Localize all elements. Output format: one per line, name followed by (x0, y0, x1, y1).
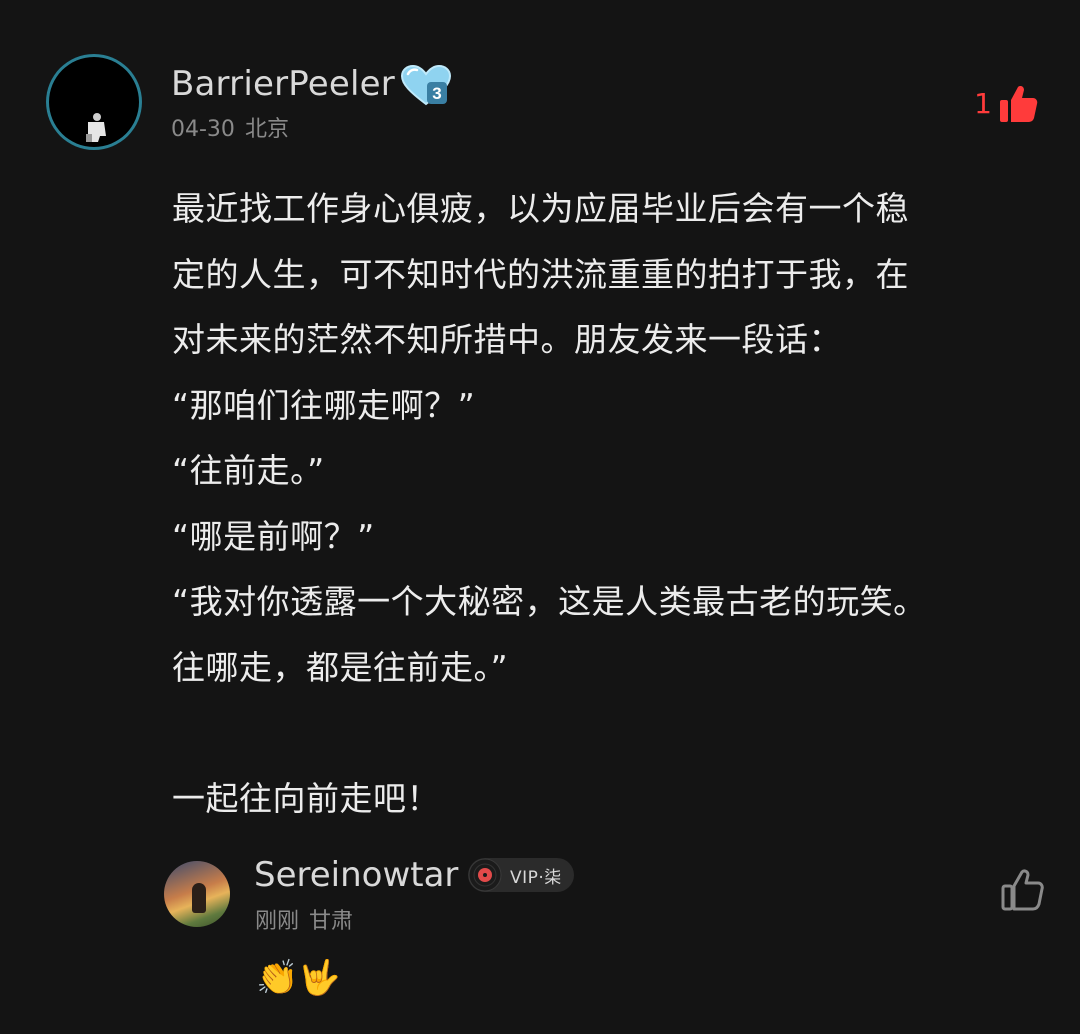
comment-line: “那咱们往哪走啊？” (172, 385, 476, 425)
thumbs-up-filled-icon (1000, 86, 1038, 122)
comment-line: “往前走。” (172, 451, 325, 490)
like-button[interactable]: 1 (974, 82, 1038, 126)
comment-line: “哪是前啊？” (172, 516, 375, 556)
comment-meta: 04-30 北京 (171, 114, 299, 146)
comment-line: 最近找工作身心俱疲，以为应届毕业后会有一个稳 (172, 189, 909, 228)
avatar-figure-icon (86, 113, 106, 142)
comment-body: 最近找工作身心俱疲，以为应届毕业后会有一个稳 定的人生，可不知时代的洪流重重的拍… (172, 176, 1022, 831)
username[interactable]: BarrierPeeler (171, 62, 395, 106)
avatar-silhouette (192, 883, 206, 913)
thumbs-up-outline-icon[interactable] (1000, 868, 1044, 912)
reply-emoji: 👏🤟 (256, 958, 341, 998)
user-avatar[interactable] (46, 54, 142, 150)
comment-line: 定的人生，可不知时代的洪流重重的拍打于我，在 (172, 254, 909, 294)
reply-avatar[interactable] (164, 861, 230, 927)
vip-badge: VIP·柒 (468, 858, 574, 892)
vinyl-record-icon (468, 858, 502, 892)
comment-line: 对未来的茫然不知所措中。朋友发来一段话： (172, 320, 842, 359)
comment-line: 一起往向前走吧！ (172, 778, 440, 818)
comment-card: BarrierPeeler 3 04-30 北京 1 最近找工作身心俱疲，以为应届… (0, 0, 1080, 1034)
reply-username[interactable]: Sereinowtar (254, 853, 458, 897)
comment-line: 往哪走，都是往前走。” (172, 647, 509, 687)
reply-time: 刚刚 (255, 909, 300, 934)
reply-location: 甘肃 (309, 909, 354, 934)
comment-line: “我对你透露一个大秘密，这是人类最古老的玩笑。 (172, 582, 927, 621)
vip-text: VIP·柒 (510, 867, 562, 888)
reply-meta: 刚刚 甘肃 (255, 906, 363, 938)
reply-item: Sereinowtar VIP·柒 刚刚 甘肃 👏🤟 (164, 850, 1044, 1020)
comment-date: 04-30 (171, 117, 235, 142)
like-count: 1 (974, 87, 992, 120)
comment-location: 北京 (244, 117, 289, 142)
level-heart-badge-icon: 3 (400, 64, 452, 106)
level-number: 3 (432, 84, 441, 103)
